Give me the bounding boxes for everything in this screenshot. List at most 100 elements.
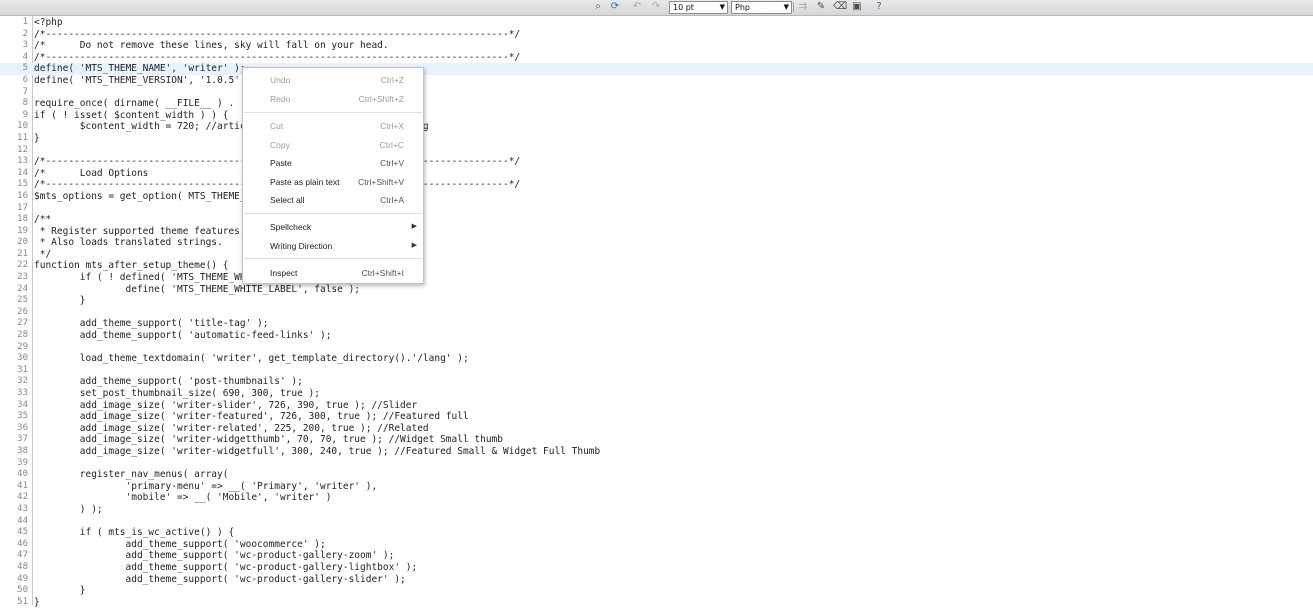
- code-line[interactable]: 31: [0, 365, 1313, 377]
- line-number: 45: [17, 527, 28, 538]
- code-line[interactable]: 8 require_once( dirname( __FILE__ ) . '/t…: [0, 98, 1313, 110]
- code-line[interactable]: 7: [0, 87, 1313, 99]
- code-line[interactable]: 5 define( 'MTS_THEME_NAME', 'writer' );: [0, 63, 1313, 75]
- code-line[interactable]: 37 add_image_size( 'writer-widgetthumb',…: [0, 434, 1313, 446]
- code-line[interactable]: 40 register_nav_menus( array(: [0, 469, 1313, 481]
- clean-icon[interactable]: ⌫: [833, 1, 847, 13]
- code-text: * Also loads translated strings.: [34, 237, 223, 249]
- menu-item-paste[interactable]: Paste Ctrl+V: [243, 155, 423, 171]
- menu-item-shortcut: Ctrl+A: [380, 195, 404, 205]
- code-line[interactable]: 19 * Register supported theme features, …: [0, 226, 1313, 238]
- code-line[interactable]: 51}: [0, 597, 1313, 608]
- code-line[interactable]: 45 if ( mts_is_wc_active() ) {: [0, 527, 1313, 539]
- code-line[interactable]: 30 load_theme_textdomain( 'writer', get_…: [0, 353, 1313, 365]
- help-icon[interactable]: ?: [873, 1, 885, 13]
- code-line[interactable]: 41 'primary-menu' => __( 'Primary', 'wri…: [0, 481, 1313, 493]
- code-line[interactable]: 39: [0, 458, 1313, 470]
- menu-item-cut[interactable]: Cut Ctrl+X: [243, 118, 423, 134]
- menu-divider: [244, 258, 422, 259]
- code-line[interactable]: 47 add_theme_support( 'wc-product-galler…: [0, 550, 1313, 562]
- code-line[interactable]: 38 add_image_size( 'writer-widgetfull', …: [0, 446, 1313, 458]
- code-line[interactable]: 44: [0, 516, 1313, 528]
- menu-item-paste-plain-text[interactable]: Paste as plain text Ctrl+Shift+V: [243, 174, 423, 190]
- wrap-icon[interactable]: ⇉: [797, 1, 809, 13]
- menu-item-label: Redo: [270, 94, 291, 104]
- line-number: 21: [17, 248, 28, 259]
- code-line[interactable]: 2 /*-------------------------------------…: [0, 29, 1313, 41]
- language-value: Php: [735, 3, 750, 12]
- code-line[interactable]: 15/*------------------------------------…: [0, 179, 1313, 191]
- code-line[interactable]: 20 * Also loads translated strings.: [0, 237, 1313, 249]
- code-line[interactable]: 28 add_theme_support( 'automatic-feed-li…: [0, 330, 1313, 342]
- editor-toolbar: ⌕ ⟳ ↶ ↷ 10 pt ▼ Php ▼ ⇉ ✎ ⌫ ▣ ?: [0, 0, 1313, 16]
- code-line[interactable]: 21 */: [0, 249, 1313, 261]
- code-line[interactable]: 22 function mts_after_setup_theme() {: [0, 260, 1313, 272]
- code-line[interactable]: 9 if ( ! isset( $content_width ) ) {: [0, 110, 1313, 122]
- menu-item-redo[interactable]: Redo Ctrl+Shift+Z: [243, 91, 423, 107]
- undo-icon[interactable]: ↶: [631, 1, 643, 13]
- code-line[interactable]: 14 /* Load Options: [0, 168, 1313, 180]
- menu-item-spellcheck[interactable]: Spellcheck ▶: [243, 219, 423, 235]
- line-number: 32: [17, 376, 28, 387]
- code-line[interactable]: 3 /* Do not remove these lines, sky will …: [0, 40, 1313, 52]
- menu-item-label: Select all: [270, 195, 305, 205]
- code-line[interactable]: 35 add_image_size( 'writer-featured', 72…: [0, 411, 1313, 423]
- code-line[interactable]: 29: [0, 342, 1313, 354]
- line-number: 28: [17, 330, 28, 341]
- code-line[interactable]: 13/*------------------------------------…: [0, 156, 1313, 168]
- code-text: /* Load Options: [34, 167, 149, 179]
- code-text: define( 'MTS_THEME_WHITE_LABEL', false )…: [34, 283, 361, 295]
- code-line[interactable]: 1 <?php: [0, 17, 1313, 29]
- code-line[interactable]: 18 /**: [0, 214, 1313, 226]
- code-line[interactable]: 46 add_theme_support( 'woocommerce' );: [0, 539, 1313, 551]
- code-line[interactable]: 33 set_post_thumbnail_size( 690, 300, tr…: [0, 388, 1313, 400]
- code-line[interactable]: 10 $content_width = 720; //article conte…: [0, 121, 1313, 133]
- line-number: 8: [22, 98, 28, 109]
- code-lines[interactable]: 1 <?php 2 /*-------------------------------…: [0, 17, 1313, 608]
- code-text: if ( ! isset( $content_width ) ) {: [34, 109, 229, 121]
- menu-item-select-all[interactable]: Select all Ctrl+A: [243, 192, 423, 208]
- code-line[interactable]: 23 if ( ! defined( 'MTS_THEME_WHITE_LABE…: [0, 272, 1313, 284]
- code-text: add_image_size( 'writer-slider', 726, 39…: [34, 399, 418, 411]
- code-line[interactable]: 24 define( 'MTS_THEME_WHITE_LABEL', fals…: [0, 284, 1313, 296]
- code-line[interactable]: 34 add_image_size( 'writer-slider', 726,…: [0, 400, 1313, 412]
- code-line[interactable]: 32 add_theme_support( 'post-thumbnails' …: [0, 376, 1313, 388]
- code-line[interactable]: 42 'mobile' => __( 'Mobile', 'writer' ): [0, 492, 1313, 504]
- code-editor[interactable]: 1 <?php 2 /*-------------------------------…: [0, 16, 1313, 608]
- code-line[interactable]: 6 define( 'MTS_THEME_VERSION', '1.0.5' );: [0, 75, 1313, 87]
- line-number: 46: [17, 538, 28, 549]
- fullscreen-icon[interactable]: ▣: [851, 1, 863, 13]
- code-line[interactable]: 49 add_theme_support( 'wc-product-galler…: [0, 574, 1313, 586]
- menu-item-writing-direction[interactable]: Writing Direction ▶: [243, 238, 423, 254]
- binoculars-icon[interactable]: ⌕: [592, 1, 604, 13]
- code-line[interactable]: 48 add_theme_support( 'wc-product-galler…: [0, 562, 1313, 574]
- language-select[interactable]: Php ▼: [731, 1, 792, 14]
- line-number: 36: [17, 422, 28, 433]
- line-number: 9: [22, 109, 28, 120]
- line-number: 33: [17, 388, 28, 398]
- code-line[interactable]: 27 add_theme_support( 'title-tag' );: [0, 318, 1313, 330]
- menu-divider: [244, 112, 422, 113]
- line-number: 30: [17, 353, 28, 364]
- line-number: 20: [17, 237, 28, 248]
- font-size-select[interactable]: 10 pt ▼: [669, 1, 728, 14]
- line-number: 4: [22, 51, 28, 62]
- replace-icon[interactable]: ⟳: [609, 1, 621, 13]
- code-line[interactable]: 4 /*-------------------------------------…: [0, 52, 1313, 64]
- line-number: 13: [17, 156, 28, 167]
- menu-item-undo[interactable]: Undo Ctrl+Z: [243, 72, 423, 88]
- code-line[interactable]: 25 }: [0, 295, 1313, 307]
- code-line[interactable]: 36 add_image_size( 'writer-related', 225…: [0, 423, 1313, 435]
- line-number: 18: [17, 214, 28, 225]
- menu-item-copy[interactable]: Copy Ctrl+C: [243, 137, 423, 153]
- code-line[interactable]: 12: [0, 145, 1313, 157]
- menu-item-inspect[interactable]: Inspect Ctrl+Shift+I: [243, 265, 423, 281]
- code-line[interactable]: 50 }: [0, 585, 1313, 597]
- code-line[interactable]: 43 ) );: [0, 504, 1313, 516]
- code-line[interactable]: 16 $mts_options = get_option( MTS_THEME_N…: [0, 191, 1313, 203]
- code-line[interactable]: 11}: [0, 133, 1313, 145]
- code-line[interactable]: 17: [0, 203, 1313, 215]
- eraser-icon[interactable]: ✎: [815, 1, 827, 13]
- code-line[interactable]: 26: [0, 307, 1313, 319]
- redo-icon[interactable]: ↷: [650, 1, 662, 13]
